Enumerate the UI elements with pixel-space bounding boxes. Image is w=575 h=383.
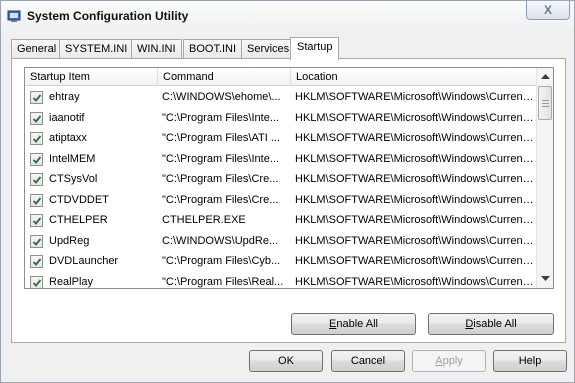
startup-item-location: HKLM\SOFTWARE\Microsoft\Windows\CurrentV…: [295, 91, 535, 103]
startup-row[interactable]: IntelMEM "C:\Program Files\Inte... HKLM\SO…: [25, 149, 537, 170]
startup-item-location: HKLM\SOFTWARE\Microsoft\Windows\CurrentV…: [295, 173, 535, 185]
startup-item-command: CTHELPER.EXE: [162, 214, 246, 226]
startup-item-command: C:\WINDOWS\UpdRe...: [162, 234, 279, 247]
checkmark-icon: [32, 155, 42, 164]
system-config-icon: [7, 9, 21, 23]
startup-item-checkbox[interactable]: [30, 275, 43, 288]
startup-item-name: ehtray: [49, 91, 80, 103]
startup-item-location: HKLM\SOFTWARE\Microsoft\Windows\CurrentV…: [295, 193, 535, 206]
startup-rows: ehtray C:\WINDOWS\ehome\... HKLM\SOFTWARE\…: [25, 87, 537, 288]
title-bar[interactable]: System Configuration Utility X: [1, 1, 574, 31]
tab-boot-ini[interactable]: BOOT.INI: [183, 39, 243, 59]
column-header-location[interactable]: Location: [291, 68, 537, 86]
window-title: System Configuration Utility: [27, 9, 189, 23]
startup-item-name: CTHELPER: [49, 214, 108, 226]
grip-line: [542, 100, 549, 101]
startup-item-checkbox[interactable]: [30, 152, 43, 166]
startup-item-command: "C:\Program Files\Inte...: [162, 111, 279, 124]
startup-item-name: DVDLauncher: [49, 255, 119, 267]
vertical-scrollbar[interactable]: [536, 68, 553, 288]
startup-item-name: CTDVDDET: [49, 193, 109, 206]
startup-row[interactable]: CTHELPER CTHELPER.EXE HKLM\SOFTWARE\Micros…: [25, 210, 537, 231]
apply-button[interactable]: Apply: [412, 350, 486, 372]
startup-item-checkbox[interactable]: [30, 193, 43, 207]
scroll-down-arrow-icon[interactable]: [541, 275, 550, 282]
startup-row[interactable]: CTDVDDET "C:\Program Files\Cre... HKLM\SOF…: [25, 190, 537, 211]
startup-item-checkbox[interactable]: [30, 255, 43, 268]
ok-button[interactable]: OK: [249, 350, 323, 372]
startup-item-checkbox[interactable]: [30, 111, 43, 125]
close-icon: X: [543, 3, 552, 17]
startup-item-command: "C:\Program Files\ATI ...: [162, 132, 280, 144]
column-header-startup-item[interactable]: Startup Item: [25, 68, 158, 86]
checkmark-icon: [32, 217, 42, 225]
startup-list[interactable]: Startup Item Command Location ehtray C:\W…: [24, 67, 554, 289]
startup-item-command: "C:\Program Files\Cyb...: [162, 255, 281, 267]
startup-item-command: C:\WINDOWS\ehome\...: [162, 91, 281, 103]
column-header-command[interactable]: Command: [158, 68, 291, 86]
startup-item-checkbox[interactable]: [30, 91, 43, 104]
startup-item-location: HKLM\SOFTWARE\Microsoft\Windows\CurrentV…: [295, 111, 535, 124]
disable-all-button[interactable]: Disable All: [428, 313, 554, 335]
startup-row[interactable]: DVDLauncher "C:\Program Files\Cyb... HKLM\…: [25, 251, 537, 272]
tab-services[interactable]: Services: [241, 39, 296, 59]
startup-row[interactable]: ehtray C:\WINDOWS\ehome\... HKLM\SOFTWARE\…: [25, 87, 537, 108]
grip-line: [542, 103, 549, 104]
startup-item-location: HKLM\SOFTWARE\Microsoft\Windows\CurrentV…: [295, 234, 535, 247]
scroll-up-arrow-icon[interactable]: [541, 73, 550, 80]
startup-item-name: IntelMEM: [49, 152, 96, 165]
help-button[interactable]: Help: [493, 350, 567, 372]
close-button[interactable]: X: [526, 1, 570, 20]
startup-item-checkbox[interactable]: [30, 173, 43, 186]
startup-item-location: HKLM\SOFTWARE\Microsoft\Windows\CurrentV…: [295, 275, 535, 288]
tab-general[interactable]: General: [11, 39, 63, 59]
startup-item-command: "C:\Program Files\Inte...: [162, 152, 279, 165]
checkmark-icon: [32, 196, 42, 205]
checkmark-icon: [32, 258, 42, 266]
checkmark-icon: [32, 278, 42, 287]
startup-row[interactable]: RealPlay "C:\Program Files\Real... HKLM\SO…: [25, 272, 537, 288]
startup-item-location: HKLM\SOFTWARE\Microsoft\Windows\CurrentV…: [295, 214, 535, 226]
system-configuration-window: System Configuration Utility X General S…: [0, 0, 575, 383]
cancel-button[interactable]: Cancel: [331, 350, 405, 372]
startup-item-checkbox[interactable]: [30, 234, 43, 248]
startup-item-command: "C:\Program Files\Cre...: [162, 193, 279, 206]
enable-all-button[interactable]: Enable All: [291, 313, 416, 335]
startup-row[interactable]: atiptaxx "C:\Program Files\ATI ... HKLM\SO…: [25, 128, 537, 149]
startup-item-checkbox[interactable]: [30, 214, 43, 227]
startup-item-name: atiptaxx: [49, 132, 87, 144]
startup-item-command: "C:\Program Files\Cre...: [162, 173, 279, 185]
startup-item-location: HKLM\SOFTWARE\Microsoft\Windows\CurrentV…: [295, 132, 535, 144]
list-header: Startup Item Command Location: [25, 68, 537, 86]
startup-item-checkbox[interactable]: [30, 132, 43, 145]
tab-system-ini[interactable]: SYSTEM.INI: [59, 39, 134, 59]
startup-item-name: CTSysVol: [49, 173, 98, 185]
startup-row[interactable]: iaanotif "C:\Program Files\Inte... HKLM\SO…: [25, 108, 537, 129]
checkmark-icon: [32, 114, 42, 123]
scrollbar-thumb[interactable]: [538, 86, 552, 120]
startup-item-name: RealPlay: [49, 275, 94, 288]
startup-item-location: HKLM\SOFTWARE\Microsoft\Windows\CurrentV…: [295, 152, 535, 165]
startup-item-location: HKLM\SOFTWARE\Microsoft\Windows\CurrentV…: [295, 255, 535, 267]
checkmark-icon: [32, 94, 42, 102]
startup-item-name: UpdReg: [49, 234, 90, 247]
tab-startup[interactable]: Startup: [290, 37, 340, 60]
startup-row[interactable]: CTSysVol "C:\Program Files\Cre... HKLM\SOF…: [25, 169, 537, 190]
checkmark-icon: [32, 135, 42, 143]
startup-item-name: iaanotif: [49, 111, 85, 124]
startup-row[interactable]: UpdReg C:\WINDOWS\UpdRe... HKLM\SOFTWARE\M…: [25, 231, 537, 252]
startup-panel: Startup Item Command Location ehtray C:\W…: [11, 58, 566, 343]
checkmark-icon: [32, 237, 42, 246]
startup-item-command: "C:\Program Files\Real...: [162, 275, 284, 288]
grip-line: [542, 106, 549, 107]
checkmark-icon: [32, 176, 42, 184]
tab-win-ini[interactable]: WIN.INI: [131, 39, 182, 59]
